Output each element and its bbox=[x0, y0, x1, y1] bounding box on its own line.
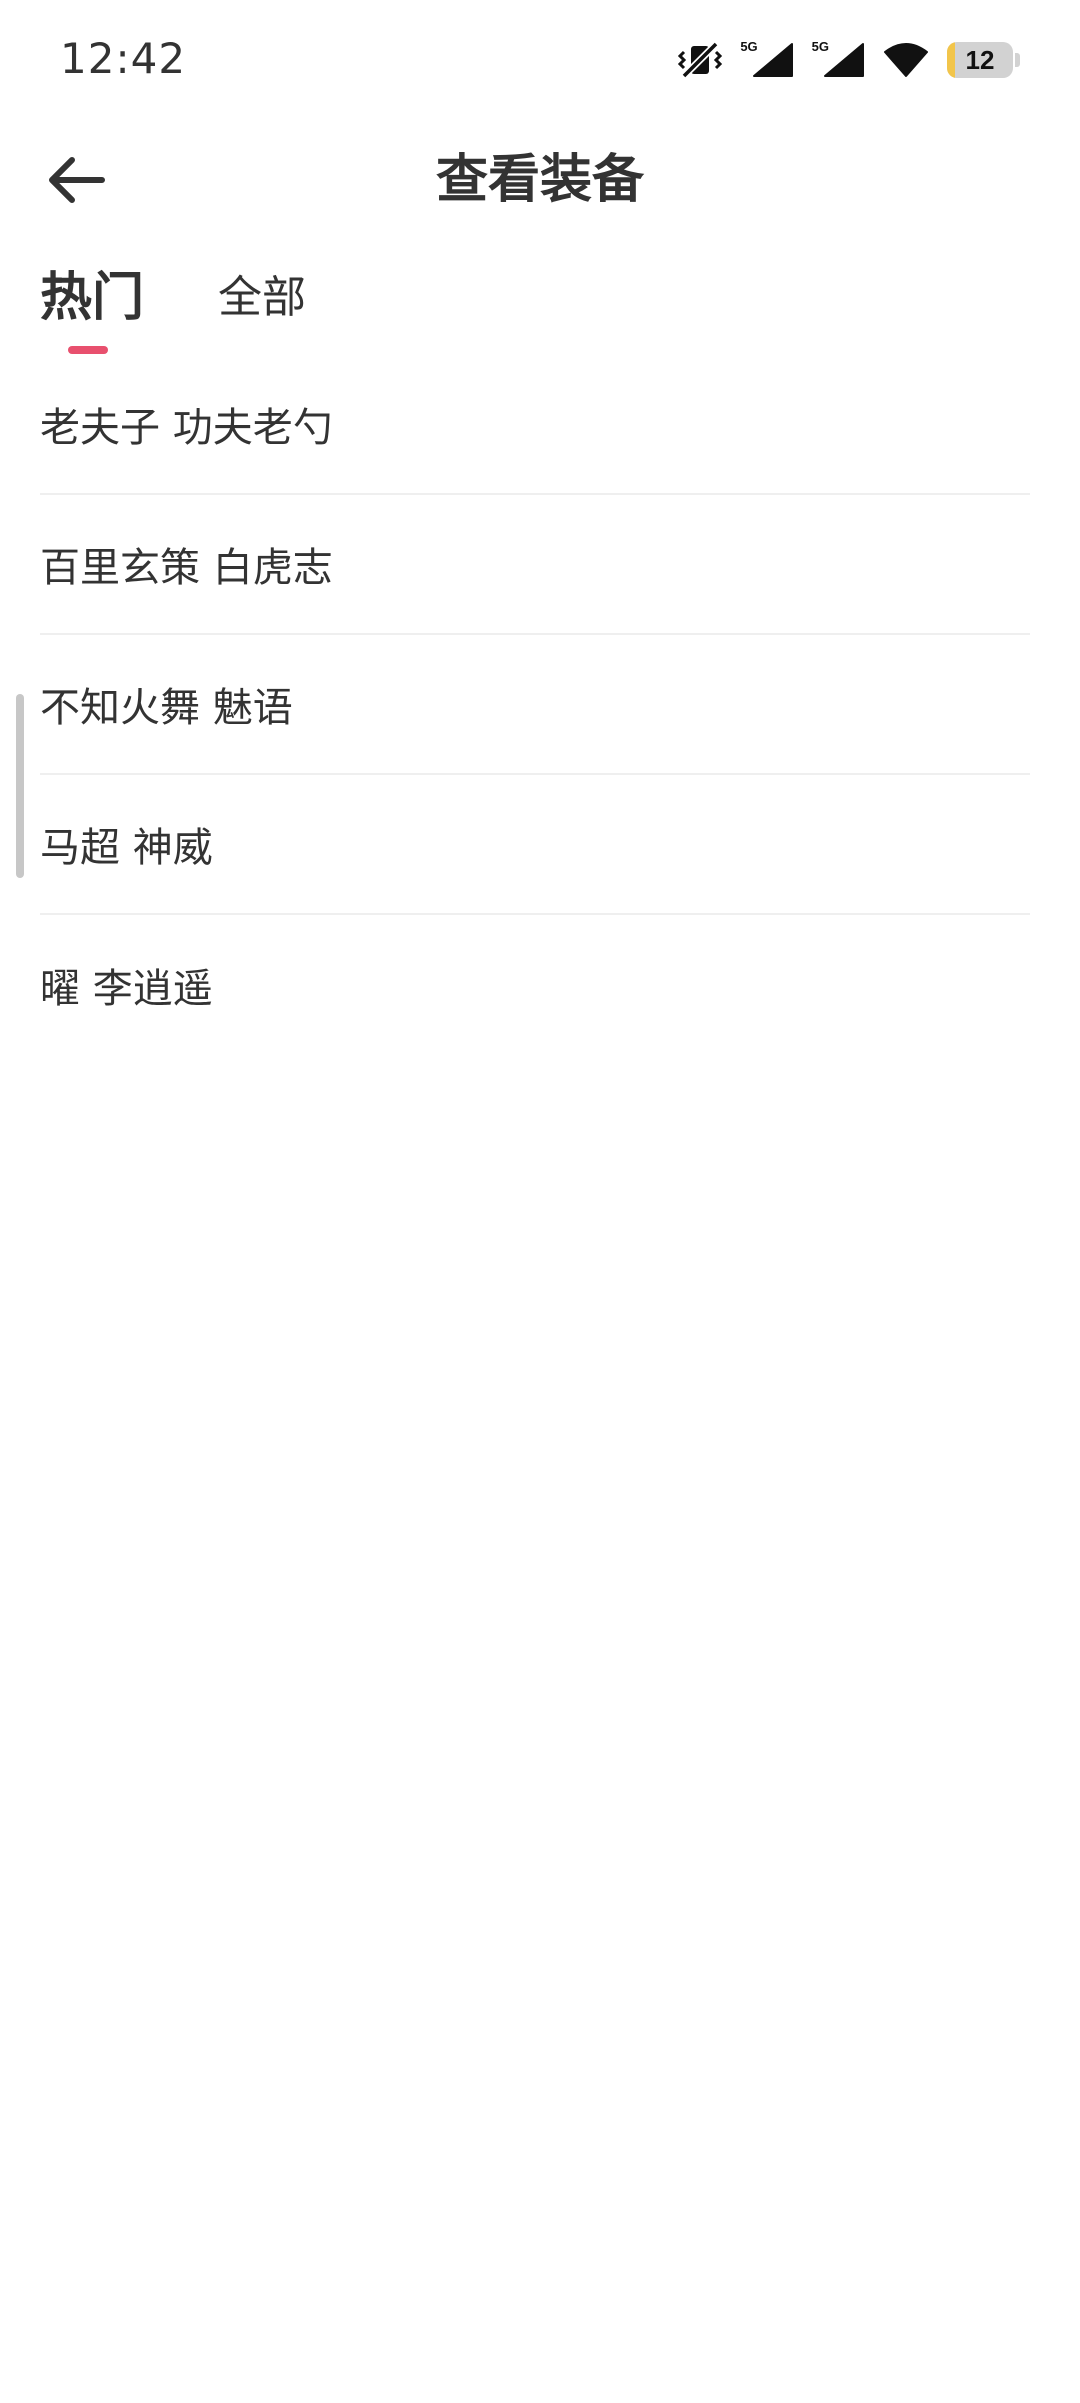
status-icons: 5G 5G 12 bbox=[678, 38, 1020, 82]
tab-all[interactable]: 全部 bbox=[218, 258, 306, 338]
vibrate-off-icon bbox=[678, 40, 723, 80]
header: 查看装备 bbox=[0, 130, 1080, 230]
list-item[interactable]: 百里玄策 白虎志 bbox=[40, 495, 1030, 635]
list-item[interactable]: 不知火舞 魅语 bbox=[40, 635, 1030, 775]
list-item-label: 不知火舞 魅语 bbox=[40, 685, 293, 731]
network-type-label: 5G bbox=[811, 38, 829, 54]
list-item-label: 马超 神威 bbox=[40, 825, 213, 871]
network-type-label: 5G bbox=[740, 38, 758, 54]
list-item[interactable]: 老夫子 功夫老勺 bbox=[40, 355, 1030, 495]
status-time: 12:42 bbox=[60, 34, 187, 83]
battery-fill bbox=[947, 42, 955, 78]
tab-bar: 热门 全部 bbox=[40, 258, 306, 368]
status-bar: 12:42 5G 5G 12 bbox=[0, 0, 1080, 120]
list-item[interactable]: 曜 李逍遥 bbox=[40, 915, 1030, 1055]
battery-icon: 12 bbox=[947, 42, 1013, 78]
wifi-icon bbox=[883, 42, 929, 78]
signal-icon-1: 5G bbox=[740, 38, 793, 78]
tab-label: 热门 bbox=[40, 268, 145, 328]
page-title: 查看装备 bbox=[435, 150, 644, 210]
list-item[interactable]: 马超 神威 bbox=[40, 775, 1030, 915]
list-item-label: 百里玄策 白虎志 bbox=[40, 545, 333, 591]
battery-cap bbox=[1015, 53, 1020, 67]
signal-icon-2: 5G bbox=[811, 38, 865, 78]
active-tab-indicator bbox=[68, 346, 108, 354]
equipment-list: 老夫子 功夫老勺 百里玄策 白虎志 不知火舞 魅语 马超 神威 曜 李逍遥 bbox=[40, 355, 1030, 1055]
battery-level: 12 bbox=[965, 44, 995, 75]
list-item-label: 曜 李逍遥 bbox=[40, 966, 213, 1012]
tab-hot[interactable]: 热门 bbox=[40, 258, 145, 354]
tab-label: 全部 bbox=[218, 272, 307, 323]
list-item-label: 老夫子 功夫老勺 bbox=[40, 405, 333, 451]
scrollbar[interactable] bbox=[16, 694, 24, 878]
